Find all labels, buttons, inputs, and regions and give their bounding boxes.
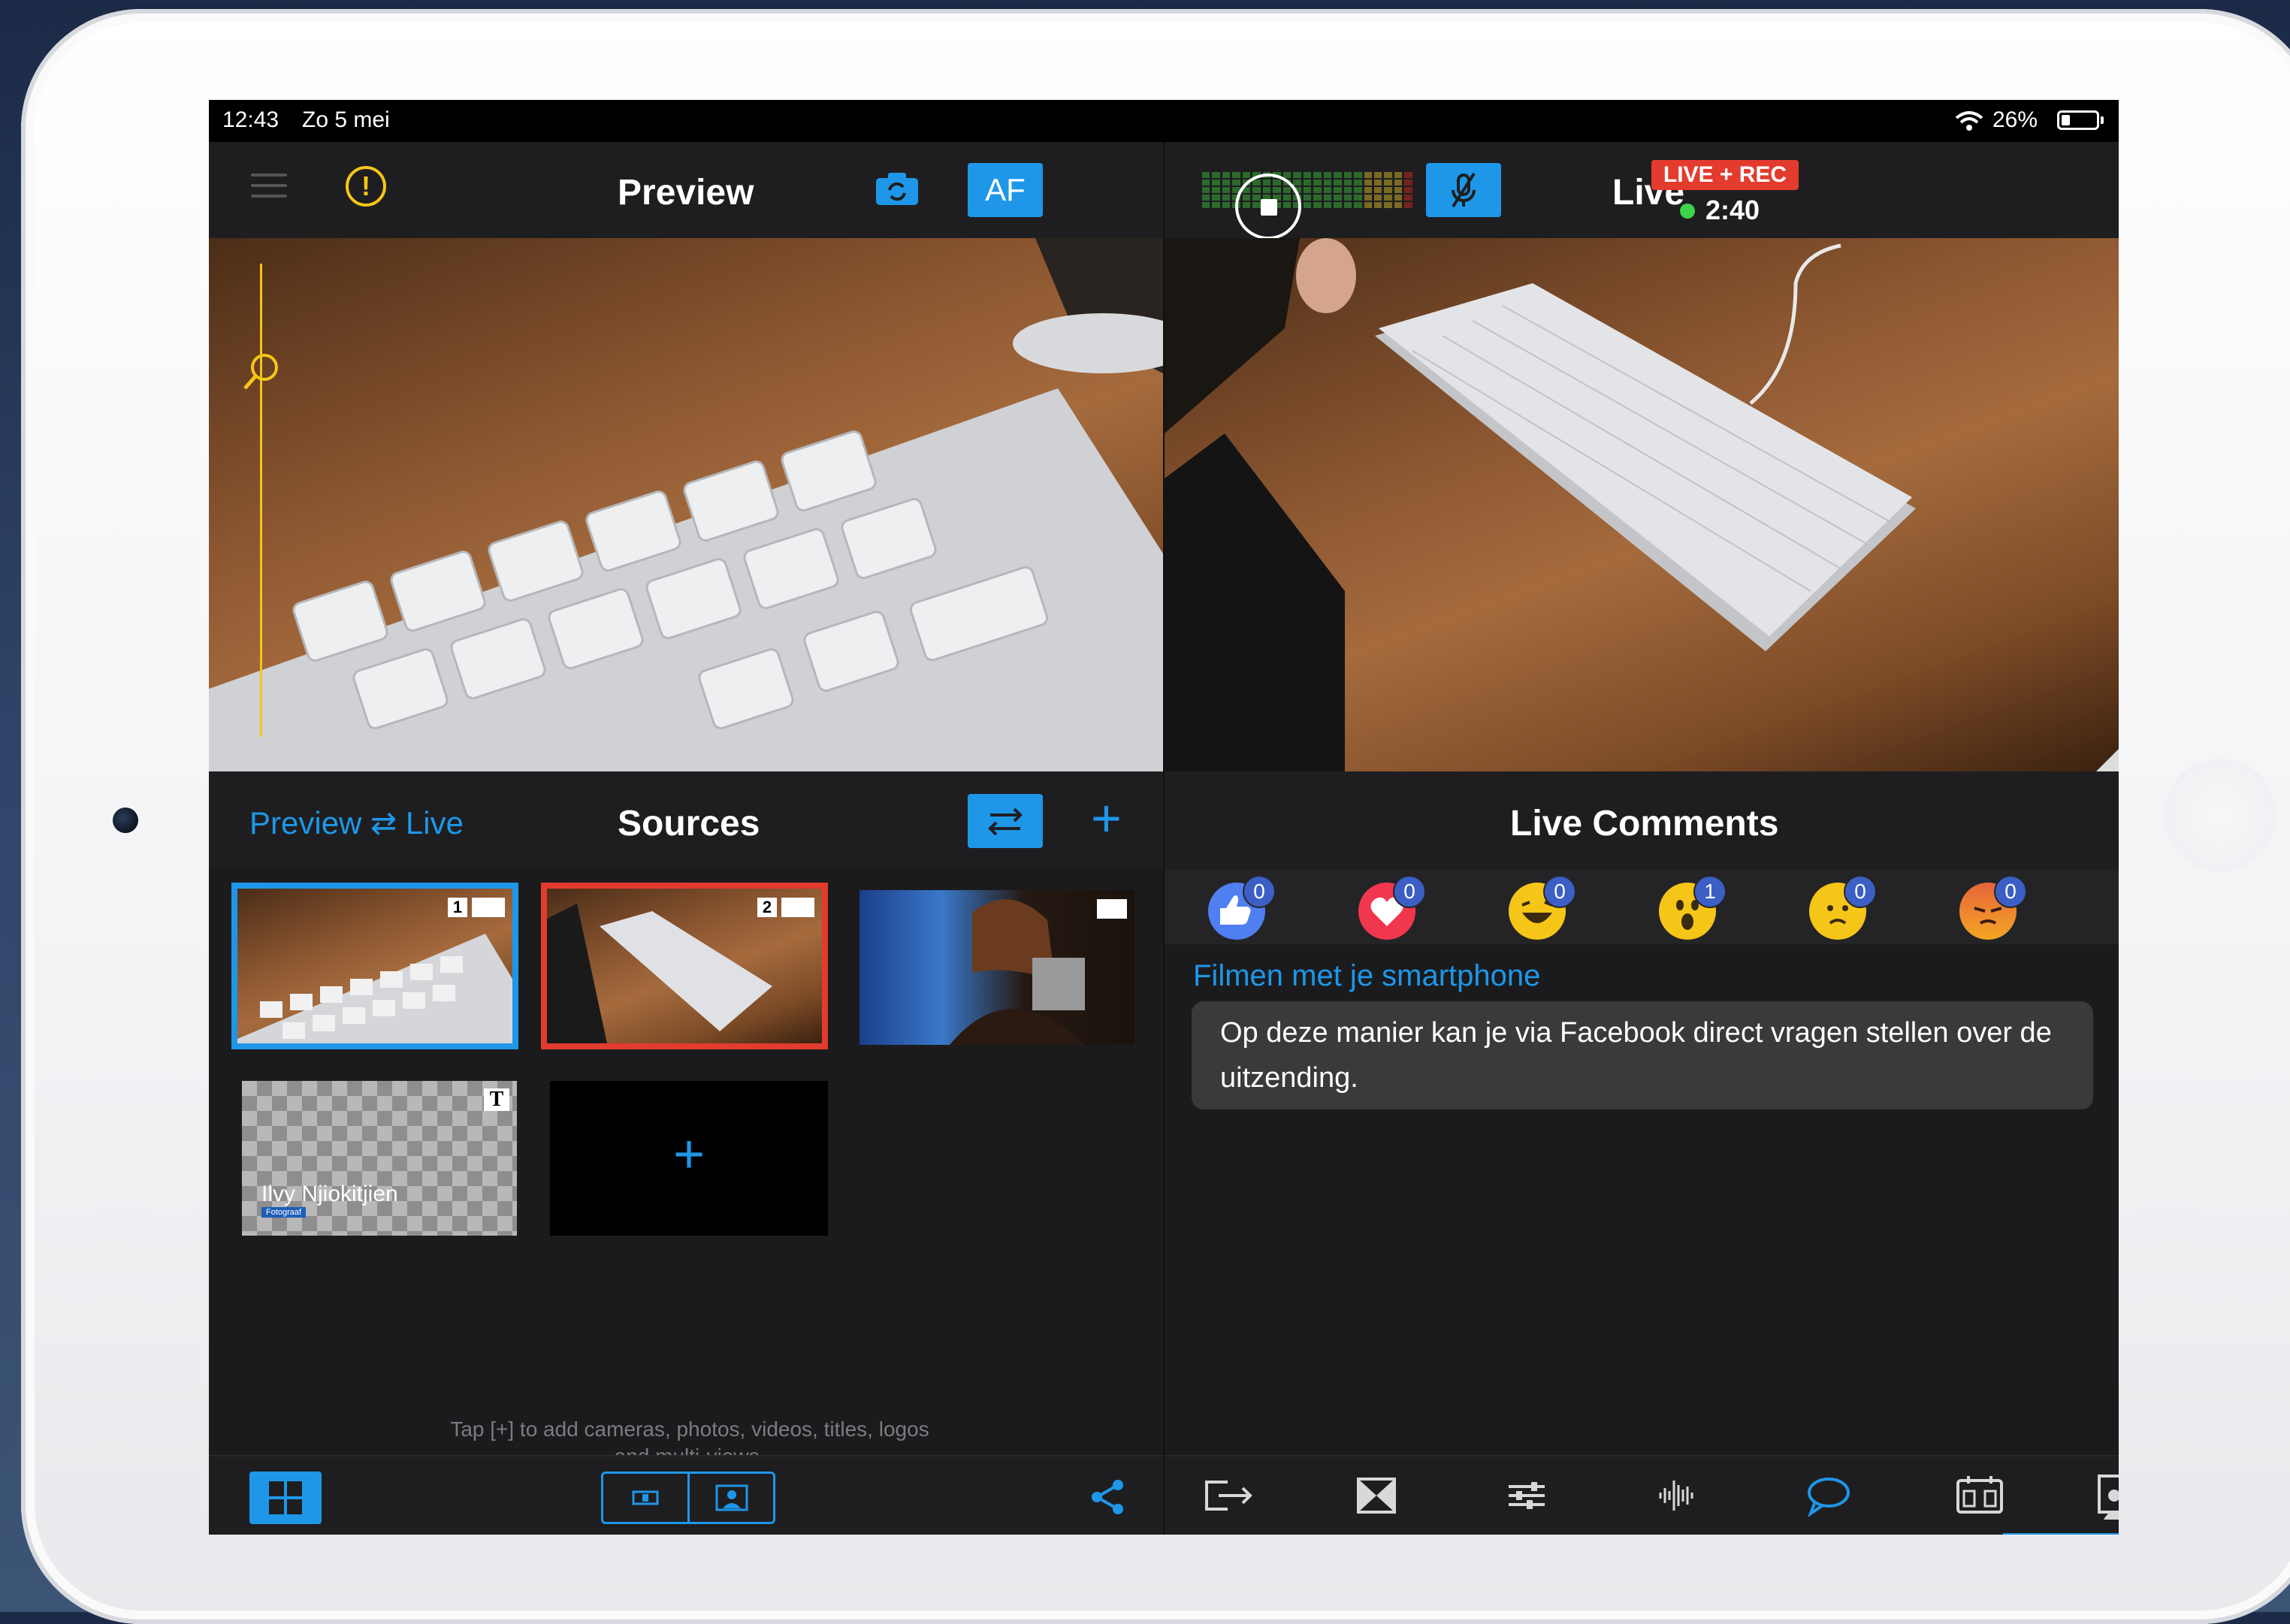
- share-icon[interactable]: [1086, 1476, 1128, 1518]
- reaction-love: 0: [1358, 875, 1426, 940]
- single-view-segment[interactable]: [603, 1474, 687, 1522]
- keyboard-closeup-image: [209, 238, 1163, 771]
- source-number: 2: [757, 898, 777, 917]
- photo-thumbnail: [950, 899, 1085, 1045]
- live-rec-badge: LIVE + REC: [1651, 160, 1799, 190]
- source-badge: 1: [448, 898, 505, 917]
- flip-camera-icon[interactable]: [875, 171, 920, 207]
- stop-broadcast-button[interactable]: [1235, 174, 1301, 240]
- comment-author[interactable]: Filmen met je smartphone: [1193, 959, 1540, 993]
- reaction-count: 1: [1693, 875, 1727, 908]
- live-comments-title: Live Comments: [1510, 804, 1779, 844]
- source-number: 1: [448, 898, 467, 917]
- sources-header: Preview ⇄ Live Sources +: [209, 771, 1163, 869]
- reaction-count: 0: [1543, 875, 1576, 908]
- preview-toolbar: ! Preview AF: [209, 142, 1163, 238]
- swap-preview-live-button[interactable]: [968, 794, 1043, 848]
- swap-arrows-icon: [988, 807, 1023, 836]
- status-date: Zo 5 mei: [302, 107, 390, 132]
- source-badge: 2: [757, 898, 814, 917]
- reaction-like: 0: [1208, 875, 1276, 940]
- recording-timer: 2:40: [1705, 195, 1760, 225]
- zoom-magnifier-icon[interactable]: [239, 349, 284, 394]
- preview-live-toggle[interactable]: Preview ⇄ Live: [249, 804, 464, 841]
- mic-muted-icon: [1452, 172, 1476, 208]
- audio-level-meter: [1202, 172, 1412, 208]
- sliders-icon[interactable]: [1504, 1473, 1549, 1518]
- layout-segmented-control[interactable]: [601, 1472, 775, 1524]
- presenter-view-segment[interactable]: [687, 1474, 774, 1522]
- reaction-count: 0: [1243, 875, 1276, 908]
- single-view-icon: [632, 1490, 659, 1505]
- video-camera-icon: [781, 898, 814, 917]
- lower-third-name: Ilvy Njiokitjien: [261, 1182, 398, 1206]
- source-tile-image[interactable]: [860, 890, 1134, 1045]
- video-camera-icon: [472, 898, 505, 917]
- source-tile-camera-2[interactable]: 2: [541, 883, 828, 1049]
- preview-title: Preview: [618, 173, 754, 213]
- scoreboard-icon[interactable]: [1955, 1473, 2005, 1518]
- presenter-view-icon: [715, 1484, 748, 1511]
- sources-title: Sources: [618, 804, 760, 844]
- live-comments-header: Live Comments: [1165, 771, 2119, 869]
- preview-video[interactable]: [209, 238, 1163, 771]
- source-tile-title[interactable]: T Ilvy Njiokitjien Fotograaf: [242, 1081, 517, 1236]
- audio-wave-icon[interactable]: [1654, 1473, 1699, 1518]
- lower-third-role: Fotograaf: [261, 1207, 307, 1218]
- title-type-badge: T: [484, 1088, 509, 1111]
- transition-icon[interactable]: [1354, 1473, 1399, 1518]
- plus-icon: +: [672, 1124, 705, 1185]
- live-comments-panel: 0 0 0 1 0 0 Filmen met je smartphone Op deze …: [1165, 869, 2119, 1455]
- reaction-sad: 0: [1809, 875, 1877, 940]
- presenter-icon[interactable]: [2096, 1473, 2119, 1521]
- zoom-slider[interactable]: [260, 264, 262, 737]
- comment-bubble: Op deze manier kan je via Facebook direc…: [1192, 1001, 2093, 1109]
- battery-nub: [2101, 116, 2104, 124]
- image-icon: [1097, 899, 1127, 919]
- status-time: 12:43: [222, 107, 279, 132]
- keyboard-live-image: [1165, 238, 2119, 771]
- wifi-icon: [1955, 111, 1983, 131]
- live-video: [1165, 238, 2119, 771]
- live-toolbar: Live LIVE + REC 2:40: [1165, 142, 2119, 238]
- reaction-count: 0: [1994, 875, 2027, 908]
- reaction-count: 0: [1844, 875, 1877, 908]
- add-source-button[interactable]: +: [1091, 791, 1122, 845]
- reaction-haha: 0: [1509, 875, 1576, 940]
- status-bar: 12:43 Zo 5 mei 26%: [209, 100, 2119, 142]
- battery-percent: 26%: [1992, 107, 2038, 132]
- source-badge: [1097, 899, 1127, 919]
- bottom-toolbar-right: [1165, 1455, 2119, 1535]
- warning-icon[interactable]: !: [346, 166, 386, 207]
- reactions-bar: 0 0 0 1 0 0: [1165, 869, 2119, 944]
- autofocus-button[interactable]: AF: [968, 163, 1043, 217]
- output-icon[interactable]: [1202, 1473, 1256, 1518]
- home-button[interactable]: [2164, 759, 2276, 871]
- active-tab-indicator: [2003, 1533, 2119, 1535]
- recording-dot: [1680, 204, 1695, 219]
- reaction-count: 0: [1393, 875, 1426, 908]
- comments-icon[interactable]: [1805, 1473, 1853, 1518]
- add-source-tile[interactable]: +: [550, 1081, 828, 1236]
- front-camera: [113, 807, 138, 833]
- reaction-wow: 1: [1659, 875, 1727, 940]
- battery-level: [2062, 115, 2070, 125]
- menu-icon[interactable]: [251, 166, 287, 205]
- sources-grid: 1 2 T Ilvy Njiokitjien Fotograaf + Tap […: [209, 869, 1163, 1468]
- app-screen: 12:43 Zo 5 mei 26% ! Preview AF Live LIV…: [209, 100, 2119, 1535]
- pane-divider: [1163, 142, 1165, 1535]
- battery-icon: [2057, 110, 2099, 130]
- bottom-toolbar-left: [209, 1455, 1163, 1535]
- reaction-angry: 0: [1959, 875, 2027, 940]
- source-tile-camera-1[interactable]: 1: [231, 883, 518, 1049]
- grid-view-button[interactable]: [249, 1472, 322, 1524]
- stop-icon: [1261, 199, 1277, 216]
- grid-icon: [269, 1481, 302, 1514]
- mute-mic-button[interactable]: [1426, 163, 1501, 217]
